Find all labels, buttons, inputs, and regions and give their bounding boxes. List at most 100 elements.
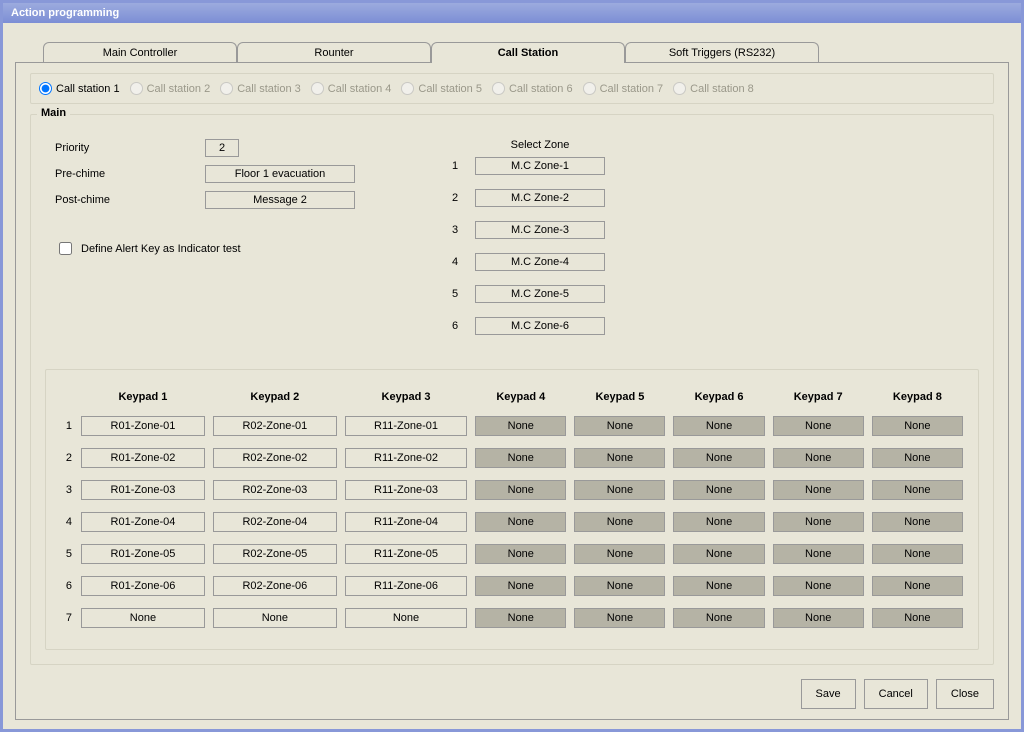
keypad-cell-7-2[interactable]: None (213, 608, 337, 628)
keypad-cell-5-7: None (773, 544, 864, 564)
keypad-table: Keypad 1Keypad 2Keypad 3Keypad 4Keypad 5… (54, 380, 970, 639)
call-station-radio-5: Call station 5 (401, 82, 482, 95)
keypad-cell-3-3[interactable]: R11-Zone-03 (345, 480, 467, 500)
save-button[interactable]: Save (801, 679, 856, 709)
keypad-cell-5-6: None (673, 544, 764, 564)
prechime-label: Pre-chime (55, 168, 205, 180)
call-station-radio-3: Call station 3 (220, 82, 301, 95)
call-station-radio-7: Call station 7 (583, 82, 664, 95)
priority-field[interactable]: 2 (205, 139, 239, 157)
call-station-radio-input-7 (583, 82, 596, 95)
keypad-cell-2-2[interactable]: R02-Zone-02 (213, 448, 337, 468)
keypad-row-1: 1R01-Zone-01R02-Zone-01R11-Zone-01NoneNo… (60, 415, 964, 437)
close-button[interactable]: Close (936, 679, 994, 709)
keypad-cell-6-1[interactable]: R01-Zone-06 (81, 576, 205, 596)
call-station-radio-label-3: Call station 3 (237, 83, 301, 95)
tab-rounter[interactable]: Rounter (237, 42, 431, 63)
call-station-radio-1[interactable]: Call station 1 (39, 82, 120, 95)
zone-row-number: 2 (435, 192, 475, 204)
keypad-cell-4-2[interactable]: R02-Zone-04 (213, 512, 337, 532)
keypad-cell-4-7: None (773, 512, 864, 532)
action-programming-window: Action programming Main ControllerRounte… (0, 0, 1024, 732)
postchime-label: Post-chime (55, 194, 205, 206)
alert-key-checkbox[interactable] (59, 242, 72, 255)
zone-select-3[interactable]: M.C Zone-3 (475, 221, 605, 239)
main-group: Main Priority 2 Pre-chime Floor 1 evacua… (30, 114, 994, 665)
keypad-cell-7-1[interactable]: None (81, 608, 205, 628)
call-station-radio-input-3 (220, 82, 233, 95)
keypad-cell-2-6: None (673, 448, 764, 468)
keypad-cell-6-8: None (872, 576, 963, 596)
call-station-radio-group: Call station 1 Call station 2 Call station… (30, 73, 994, 104)
prechime-field[interactable]: Floor 1 evacuation (205, 165, 355, 183)
keypad-cell-5-2[interactable]: R02-Zone-05 (213, 544, 337, 564)
keypad-cell-3-2[interactable]: R02-Zone-03 (213, 480, 337, 500)
keypad-header-8: Keypad 8 (871, 390, 964, 405)
alert-key-checkbox-label: Define Alert Key as Indicator test (81, 243, 241, 255)
keypad-row-number: 5 (60, 543, 74, 565)
call-station-radio-label-1: Call station 1 (56, 83, 120, 95)
keypad-cell-2-1[interactable]: R01-Zone-02 (81, 448, 205, 468)
tab-strip: Main ControllerRounterCall StationSoft T… (43, 41, 1009, 62)
keypad-cell-7-4: None (475, 608, 566, 628)
call-station-radio-label-5: Call station 5 (418, 83, 482, 95)
window-title: Action programming (3, 3, 1021, 23)
call-station-radio-label-4: Call station 4 (328, 83, 392, 95)
zone-row-5: 5M.C Zone-5 (435, 285, 605, 303)
zone-row-number: 4 (435, 256, 475, 268)
keypad-header-2: Keypad 2 (212, 390, 338, 405)
tab-call-station[interactable]: Call Station (431, 42, 625, 63)
keypad-cell-7-8: None (872, 608, 963, 628)
keypad-cell-5-1[interactable]: R01-Zone-05 (81, 544, 205, 564)
call-station-radio-input-5 (401, 82, 414, 95)
keypad-row-number: 7 (60, 607, 74, 629)
main-group-legend: Main (37, 107, 70, 119)
keypad-cell-3-6: None (673, 480, 764, 500)
zone-row-number: 5 (435, 288, 475, 300)
tab-main-controller[interactable]: Main Controller (43, 42, 237, 63)
postchime-field[interactable]: Message 2 (205, 191, 355, 209)
tab-panel-call-station: Call station 1 Call station 2 Call station… (15, 62, 1009, 720)
zone-select-5[interactable]: M.C Zone-5 (475, 285, 605, 303)
zone-row-2: 2M.C Zone-2 (435, 189, 605, 207)
keypad-row-5: 5 R01-Zone-05 R02-Zone-05 R11-Zone-05 None No… (60, 543, 964, 565)
zone-row-number: 3 (435, 224, 475, 236)
zone-select-6[interactable]: M.C Zone-6 (475, 317, 605, 335)
keypad-row-7: 7NoneNoneNoneNoneNoneNoneNoneNone (60, 607, 964, 629)
keypad-cell-1-1[interactable]: R01-Zone-01 (81, 416, 205, 436)
alert-key-checkbox-row[interactable]: Define Alert Key as Indicator test (55, 239, 395, 258)
keypad-cell-4-1[interactable]: R01-Zone-04 (81, 512, 205, 532)
zone-select-2[interactable]: M.C Zone-2 (475, 189, 605, 207)
zone-row-6: 6M.C Zone-6 (435, 317, 605, 335)
keypad-cell-1-7: None (773, 416, 864, 436)
keypad-row-number: 2 (60, 447, 74, 469)
tab-soft-triggers-rs232-[interactable]: Soft Triggers (RS232) (625, 42, 819, 63)
keypad-cell-4-3[interactable]: R11-Zone-04 (345, 512, 467, 532)
call-station-radio-label-2: Call station 2 (147, 83, 211, 95)
keypad-cell-7-3[interactable]: None (345, 608, 467, 628)
keypad-cell-6-2[interactable]: R02-Zone-06 (213, 576, 337, 596)
zone-select-4[interactable]: M.C Zone-4 (475, 253, 605, 271)
keypad-cell-6-6: None (673, 576, 764, 596)
keypad-cell-2-7: None (773, 448, 864, 468)
keypad-cell-7-5: None (574, 608, 665, 628)
keypad-cell-3-1[interactable]: R01-Zone-03 (81, 480, 205, 500)
keypad-cell-1-3[interactable]: R11-Zone-01 (345, 416, 467, 436)
keypad-cell-6-7: None (773, 576, 864, 596)
keypad-cell-6-3[interactable]: R11-Zone-06 (345, 576, 467, 596)
call-station-radio-input-1[interactable] (39, 82, 52, 95)
keypad-cell-1-2[interactable]: R02-Zone-01 (213, 416, 337, 436)
keypad-cell-5-3[interactable]: R11-Zone-05 (345, 544, 467, 564)
keypad-row-number: 6 (60, 575, 74, 597)
cancel-button[interactable]: Cancel (864, 679, 928, 709)
keypad-cell-2-5: None (574, 448, 665, 468)
keypad-row-number: 4 (60, 511, 74, 533)
call-station-radio-label-6: Call station 6 (509, 83, 573, 95)
call-station-radio-input-6 (492, 82, 505, 95)
keypad-cell-2-4: None (475, 448, 566, 468)
zone-select-1[interactable]: M.C Zone-1 (475, 157, 605, 175)
zone-row-number: 1 (435, 160, 475, 172)
keypad-cell-2-3[interactable]: R11-Zone-02 (345, 448, 467, 468)
keypad-cell-2-8: None (872, 448, 963, 468)
window-content: Main ControllerRounterCall StationSoft T… (3, 23, 1021, 727)
